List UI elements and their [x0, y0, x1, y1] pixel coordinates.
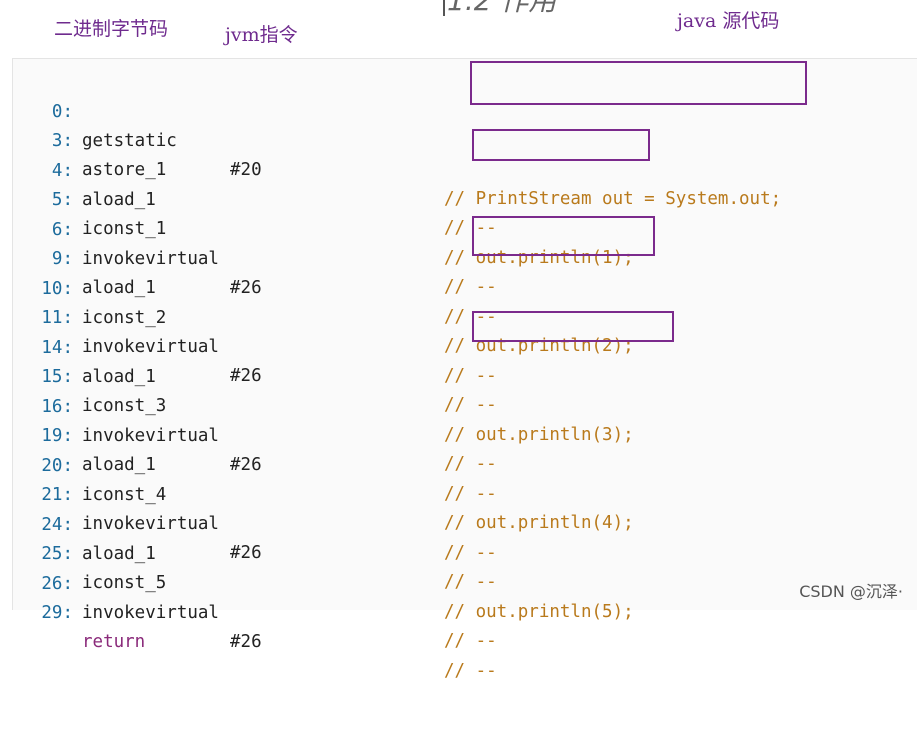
code-line: 24: aload_1 // out.println(5); — [13, 482, 917, 622]
slide-title: 1.2 作用 — [443, 0, 556, 16]
code-comment: // -- — [444, 661, 497, 681]
code-line: 26: invokevirtual #26 // -- — [13, 541, 917, 681]
code-line: 14: aload_1 // out.println(3); — [13, 305, 917, 445]
watermark: CSDN @沉泽· — [799, 582, 903, 601]
code-line: 9: aload_1 // out.println(2); — [13, 216, 917, 356]
code-comment: // -- — [444, 631, 497, 651]
code-line: 29: return — [13, 570, 917, 652]
code-line: 4: aload_1 // out.println(1); — [13, 128, 917, 268]
highlight-box-system-out — [470, 61, 807, 105]
code-comment: // out.println(5); — [444, 602, 634, 622]
highlight-box-println-2 — [472, 216, 655, 256]
code-line: 21: invokevirtual #26 // -- — [13, 452, 917, 592]
code-line: 11: invokevirtual #26 // -- — [13, 275, 917, 415]
code-opcode: invokevirtual — [82, 603, 219, 623]
header-bar: 二进制字节码 jvm指令 1.2 作用 java 源代码 — [0, 0, 917, 58]
code-line: 20: iconst_4 // -- — [13, 423, 917, 563]
code-opcode: return — [82, 632, 146, 652]
jvm-instruction-label: jvm指令 — [225, 24, 298, 46]
code-offset: 29: — [41, 603, 73, 623]
code-line: 15: iconst_3 // -- — [13, 334, 917, 474]
code-line: 6: invokevirtual #26 // -- — [13, 187, 917, 327]
code-arg: #26 — [230, 632, 262, 652]
code-line: 5: iconst_1 // -- — [13, 157, 917, 297]
code-line: 10: iconst_2 // -- — [13, 246, 917, 386]
code-line: 25: iconst_5 // -- — [13, 511, 917, 651]
highlight-box-println-1 — [472, 129, 650, 161]
java-source-label: java 源代码 — [677, 10, 780, 32]
code-panel: 0: getstatic #20 // PrintStream out = Sy… — [12, 58, 917, 681]
code-line: 19: aload_1 // out.println(4); — [13, 393, 917, 533]
code-line: 16: invokevirtual #26 // -- — [13, 364, 917, 504]
highlight-box-println-3 — [472, 311, 674, 342]
bytecode-label: 二进制字节码 — [54, 18, 169, 40]
